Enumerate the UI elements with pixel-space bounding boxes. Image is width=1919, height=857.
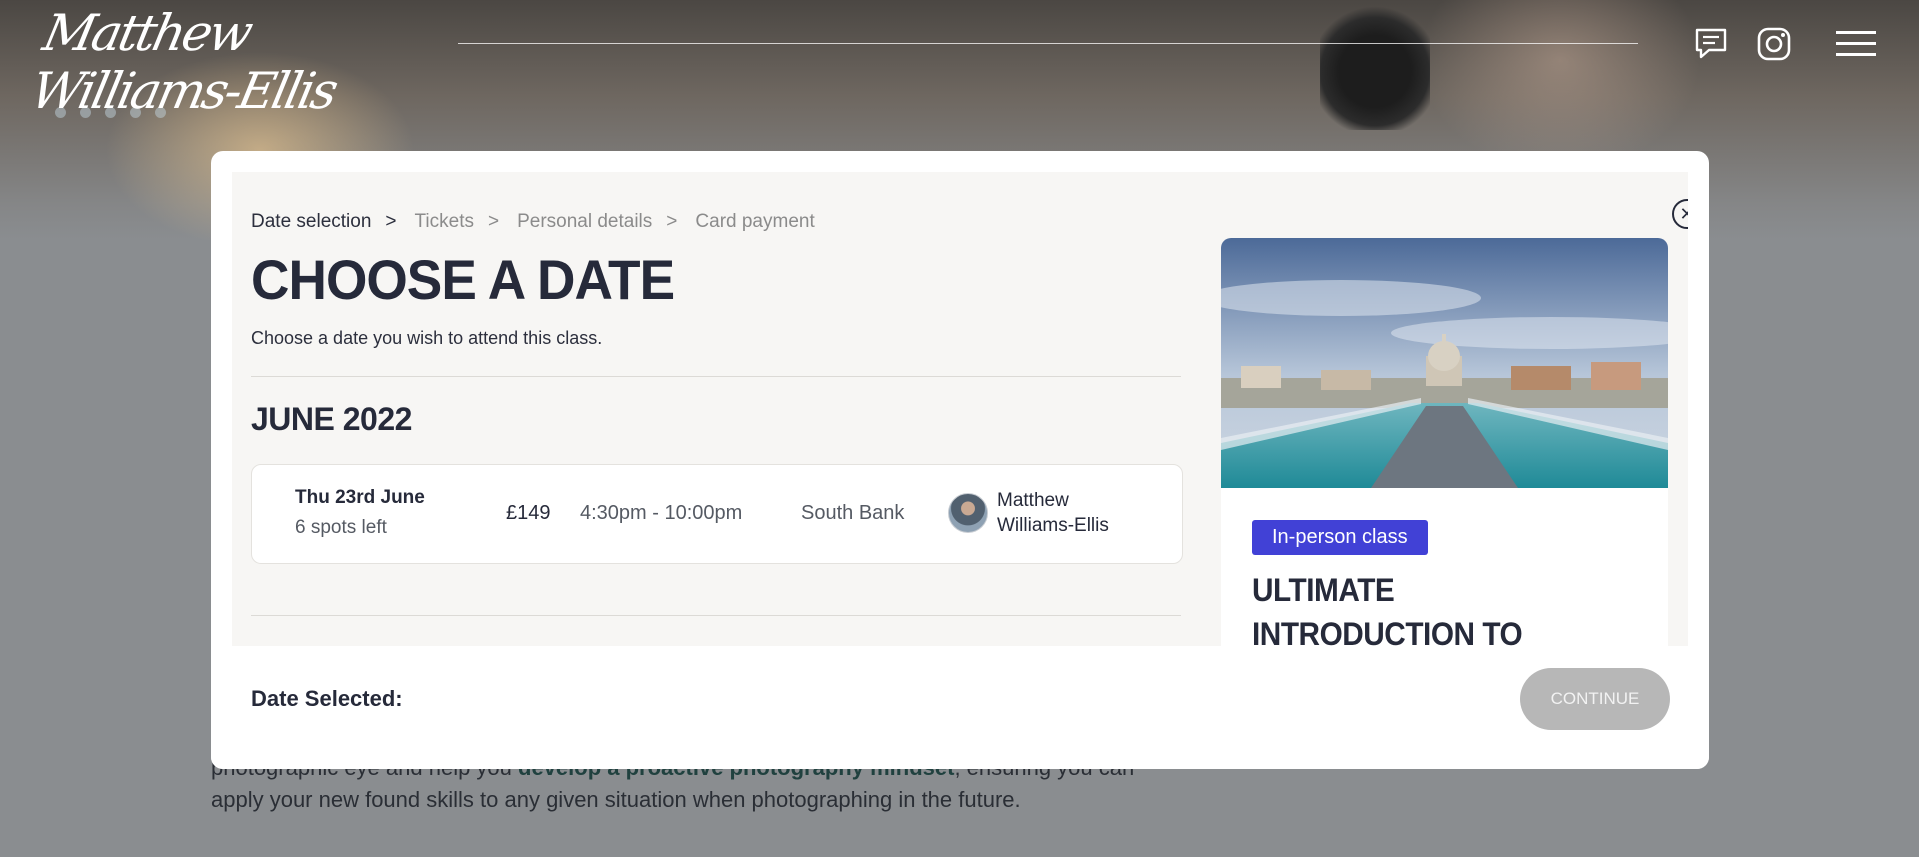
section-divider — [251, 615, 1181, 616]
menu-icon[interactable] — [1834, 24, 1878, 64]
booking-modal: ✕ Date selection > Tickets > Personal de… — [211, 151, 1709, 769]
breadcrumb-separator: > — [487, 211, 500, 232]
session-location: South Bank — [801, 502, 905, 524]
breadcrumb-tickets: Tickets — [414, 211, 474, 232]
site-header: Matthew Williams-Ellis — [0, 0, 1919, 120]
class-summary-card: In-person class ULTIMATE INTRODUCTION TO… — [1221, 238, 1668, 646]
modal-footer: Date Selected: CONTINUE — [211, 646, 1709, 769]
breadcrumb-date-selection[interactable]: Date selection — [251, 211, 371, 233]
continue-button[interactable]: CONTINUE — [1520, 668, 1670, 730]
session-spots: 6 spots left — [295, 517, 387, 538]
avatar — [948, 493, 988, 533]
session-tutor: Matthew Williams-Ellis — [997, 490, 1109, 536]
booking-modal-body: ✕ Date selection > Tickets > Personal de… — [232, 172, 1688, 646]
breadcrumb-card-payment: Card payment — [695, 211, 815, 232]
month-heading: JUNE 2022 — [251, 401, 412, 437]
breadcrumb: Date selection > Tickets > Personal deta… — [251, 210, 815, 234]
breadcrumb-personal-details: Personal details — [517, 211, 653, 232]
close-icon[interactable]: ✕ — [1672, 199, 1688, 229]
chat-icon[interactable] — [1691, 24, 1731, 64]
session-price: £149 — [506, 502, 551, 524]
page-title: CHOOSE A DATE — [251, 248, 675, 311]
breadcrumb-separator: > — [666, 211, 678, 232]
site-logo[interactable]: Matthew Williams-Ellis — [26, 4, 430, 120]
page-subtitle: Choose a date you wish to attend this cl… — [251, 328, 603, 348]
session-time: 4:30pm - 10:00pm — [580, 502, 743, 524]
section-divider — [251, 376, 1181, 377]
breadcrumb-separator: > — [385, 211, 397, 232]
class-type-badge: In-person class — [1252, 520, 1428, 555]
class-image — [1221, 238, 1668, 488]
instagram-icon[interactable] — [1754, 24, 1794, 64]
class-title: ULTIMATE INTRODUCTION TO PHOTOGRAPHY: SO… — [1252, 572, 1523, 646]
header-divider — [458, 43, 1638, 44]
session-date: Thu 23rd June — [295, 487, 425, 508]
session-option[interactable]: Thu 23rd June 6 spots left £149 4:30pm -… — [251, 464, 1183, 564]
date-selected-label: Date Selected: — [251, 686, 403, 711]
